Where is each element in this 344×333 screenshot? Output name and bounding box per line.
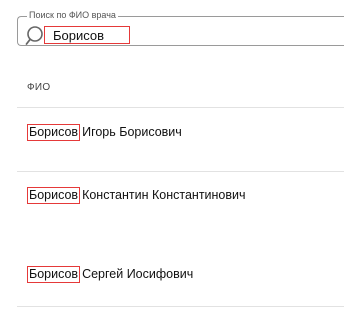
row-name-rest: Константин Константинович: [82, 188, 246, 202]
match-highlight: Борисов: [27, 266, 81, 283]
match-highlight: Борисов: [27, 124, 81, 141]
row-divider: [17, 306, 344, 307]
row-divider: [17, 171, 344, 172]
table-row[interactable]: Борисов Сергей Иосифович: [27, 266, 193, 283]
doctor-search-page: Поиск по ФИО врача ФИО БорисовИгорь Бори…: [0, 0, 344, 333]
table-row[interactable]: Борисов Константин Константинович: [27, 187, 246, 204]
column-header-fio[interactable]: ФИО: [27, 82, 50, 93]
search-input[interactable]: [44, 26, 130, 44]
search-field-label: Поиск по ФИО врача: [27, 10, 118, 21]
header-divider: [17, 107, 344, 108]
row-name-rest: Игорь Борисович: [82, 125, 182, 139]
row-name-rest: Сергей Иосифович: [82, 267, 194, 281]
match-highlight: Борисов: [27, 187, 81, 204]
table-row[interactable]: Борисов Игорь Борисович: [27, 124, 182, 141]
